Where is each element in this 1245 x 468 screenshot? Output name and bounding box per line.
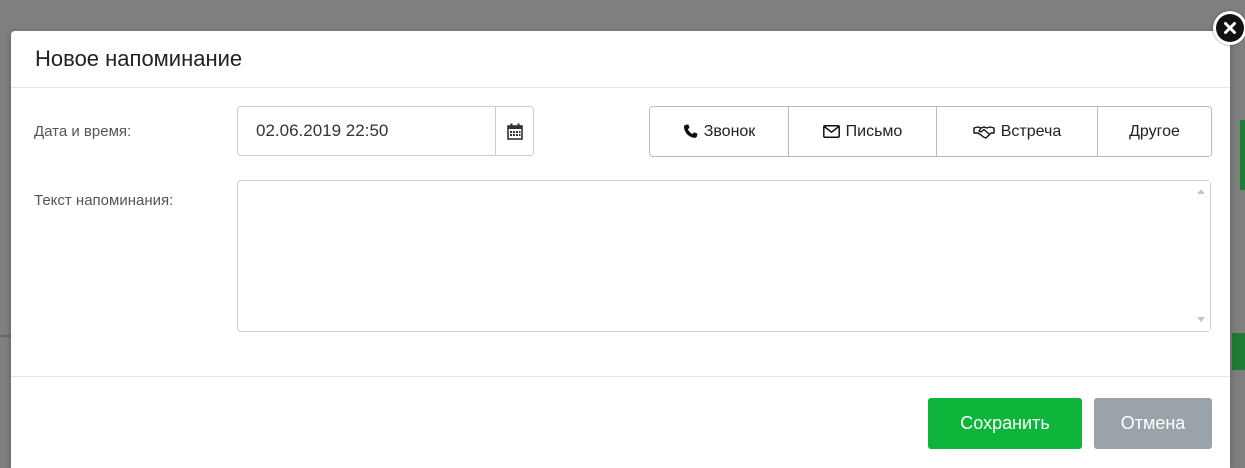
scroll-up-icon[interactable] — [1197, 189, 1205, 194]
datetime-input[interactable] — [238, 107, 495, 155]
reminder-type-group: Звонок Письмо Встреча Другое — [649, 106, 1212, 157]
datetime-label: Дата и время: — [34, 123, 132, 140]
reminder-text-field — [237, 180, 1211, 332]
close-button[interactable] — [1213, 11, 1245, 45]
reminder-modal: Новое напоминание Дата и время: Звонок — [11, 31, 1230, 468]
footer-divider — [11, 376, 1230, 377]
textarea-scrollbar[interactable] — [1192, 181, 1210, 331]
call-type-label: Звонок — [703, 122, 756, 140]
close-icon — [1216, 14, 1244, 42]
email-type-button[interactable]: Письмо — [789, 107, 937, 156]
envelope-icon — [822, 125, 840, 138]
meeting-type-label: Встреча — [1000, 122, 1062, 140]
email-type-label: Письмо — [845, 122, 903, 140]
other-type-button[interactable]: Другое — [1098, 107, 1211, 156]
modal-header: Новое напоминание — [11, 31, 1230, 88]
scroll-down-icon[interactable] — [1197, 317, 1205, 322]
call-type-button[interactable]: Звонок — [650, 107, 789, 156]
handshake-icon — [973, 125, 995, 139]
save-button[interactable]: Сохранить — [928, 398, 1082, 449]
cancel-button[interactable]: Отмена — [1094, 398, 1212, 449]
reminder-text-label: Текст напоминания: — [34, 192, 174, 209]
calendar-button[interactable] — [495, 107, 533, 155]
reminder-text-input[interactable] — [238, 181, 1192, 331]
modal-title: Новое напоминание — [35, 46, 243, 71]
meeting-type-button[interactable]: Встреча — [937, 107, 1098, 156]
background-green-element — [1240, 120, 1245, 190]
datetime-picker — [237, 106, 534, 156]
other-type-label: Другое — [1129, 122, 1180, 140]
background-green-element — [1232, 333, 1245, 370]
phone-icon — [683, 124, 698, 138]
background-line — [0, 335, 11, 337]
calendar-icon — [506, 123, 523, 140]
